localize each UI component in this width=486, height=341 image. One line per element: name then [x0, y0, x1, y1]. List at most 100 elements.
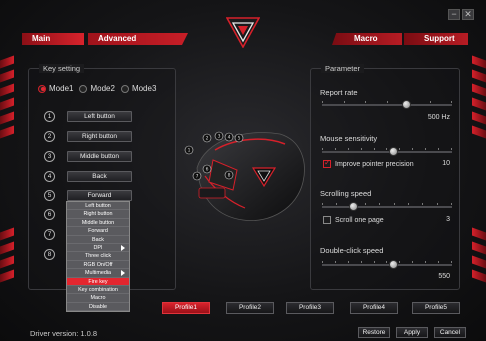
callout-6: 6 [206, 167, 209, 173]
key-row-2: 2 Right button [44, 130, 132, 142]
key-row-6: 6 [44, 208, 55, 220]
key-row-3: 3 Middle button [44, 150, 132, 162]
menu-item-multimedia-label: Multimedia [84, 270, 112, 277]
improve-precision-label: Improve pointer precision [335, 160, 414, 168]
improve-precision-value: 10 [442, 160, 450, 167]
key-assign-button-2[interactable]: Right button [67, 130, 132, 142]
radio-icon [79, 84, 88, 93]
key-number: 8 [44, 248, 55, 260]
menu-item-key-combination[interactable]: Key combination [67, 285, 129, 295]
right-decor-stripes [472, 55, 486, 178]
slider-knob[interactable] [388, 147, 398, 156]
profile-3-button[interactable]: Profile3 [286, 302, 334, 314]
report-rate-value: 500 Hz [427, 114, 450, 121]
menu-item-back[interactable]: Back [67, 235, 129, 244]
mode1-label: Mode1 [49, 84, 74, 93]
menu-item-fire-key[interactable]: Fire key [67, 277, 129, 286]
slider-knob[interactable] [348, 202, 358, 211]
cancel-button[interactable]: Cancel [434, 327, 466, 338]
key-number: 1 [44, 110, 55, 122]
report-rate-slider[interactable] [322, 100, 452, 109]
key-row-1: 1 Left button [44, 110, 132, 122]
key-setting-title: Key setting [39, 64, 85, 73]
app-window: − ✕ Main Advanced Macro Support Key sett… [0, 0, 486, 341]
menu-item-disable[interactable]: Disable [67, 302, 129, 312]
improve-precision-checkbox[interactable]: Improve pointer precision [323, 158, 414, 168]
scrolling-speed-label: Scrolling speed [320, 189, 372, 198]
callout-8: 8 [228, 173, 231, 179]
callout-5: 5 [238, 136, 241, 142]
mode2-radio[interactable]: Mode2 [79, 84, 115, 93]
driver-version: Driver version: 1.0.8 [30, 329, 98, 338]
parameter-title: Parameter [321, 64, 365, 73]
checkbox-checked-icon [323, 158, 331, 168]
profile-1-button[interactable]: Profile1 [162, 302, 210, 314]
menu-item-middle-button[interactable]: Middle button [67, 218, 129, 228]
menu-item-left-button[interactable]: Left button [67, 202, 129, 211]
menu-item-rgb-toggle[interactable]: RGB On/Off [67, 260, 129, 270]
submenu-arrow-icon [121, 270, 125, 277]
checkbox-icon [323, 216, 331, 224]
key-assign-button-4[interactable]: Back [67, 170, 132, 182]
gaming-mouse-image: 1 2 3 4 5 6 7 8 [184, 131, 305, 222]
mode2-label: Mode2 [90, 84, 115, 93]
key-assign-button-3[interactable]: Middle button [67, 150, 132, 162]
key-assign-button-1[interactable]: Left button [67, 110, 132, 122]
tab-main[interactable]: Main [22, 33, 84, 45]
scroll-lines-value: 3 [446, 216, 450, 223]
key-number: 7 [44, 228, 55, 240]
callout-7: 7 [196, 174, 199, 180]
restore-button[interactable]: Restore [358, 327, 390, 338]
key-row-4: 4 Back [44, 170, 132, 182]
left-decor-stripes [0, 55, 14, 178]
scroll-one-page-label: Scroll one page [335, 216, 384, 224]
brand-logo [226, 17, 260, 48]
double-click-speed-value: 550 [438, 273, 450, 280]
scroll-one-page-checkbox[interactable]: Scroll one page [323, 216, 384, 224]
mode3-radio[interactable]: Mode3 [120, 84, 157, 93]
double-click-speed-label: Double-click speed [320, 246, 384, 255]
key-function-dropdown: Left button Right button Middle button F… [66, 201, 130, 313]
report-rate-label: Report rate [320, 88, 358, 97]
callout-2: 2 [206, 136, 209, 142]
menu-item-multimedia[interactable]: Multimedia [67, 269, 129, 278]
key-number: 5 [44, 189, 55, 201]
left-decor-stripes-low [0, 227, 14, 310]
mouse-sensitivity-slider[interactable] [322, 147, 452, 156]
profile-2-button[interactable]: Profile2 [226, 302, 274, 314]
menu-item-three-click[interactable]: Three click [67, 252, 129, 261]
mode-selector: Mode1 Mode2 Mode3 [38, 84, 156, 93]
key-row-5: 5 Forward [44, 189, 132, 201]
slider-knob[interactable] [388, 260, 398, 269]
scrolling-speed-slider[interactable] [322, 202, 452, 211]
menu-item-dpi[interactable]: DPI [67, 243, 129, 253]
key-assign-button-5[interactable]: Forward [67, 189, 132, 201]
menu-item-dpi-label: DPI [93, 244, 103, 251]
right-decor-stripes-low [472, 227, 486, 310]
tab-macro[interactable]: Macro [332, 33, 402, 45]
profile-4-button[interactable]: Profile4 [350, 302, 398, 314]
tab-advanced[interactable]: Advanced [88, 33, 188, 45]
minimize-button[interactable]: − [448, 9, 460, 20]
key-number: 3 [44, 150, 55, 162]
tab-support[interactable]: Support [404, 33, 468, 45]
mouse-sensitivity-label: Mouse sensitivity [320, 134, 378, 143]
key-row-7: 7 [44, 228, 55, 240]
double-click-speed-slider[interactable] [322, 260, 452, 269]
mode1-radio[interactable]: Mode1 [38, 84, 73, 93]
key-number: 6 [44, 208, 55, 220]
callout-1: 1 [188, 148, 191, 154]
callout-4: 4 [228, 135, 231, 141]
menu-item-forward[interactable]: Forward [67, 227, 129, 236]
menu-item-macro[interactable]: Macro [67, 294, 129, 303]
key-row-8: 8 [44, 248, 55, 260]
radio-icon [120, 84, 129, 93]
submenu-arrow-icon [121, 244, 125, 251]
apply-button[interactable]: Apply [396, 327, 428, 338]
menu-item-right-button[interactable]: Right button [67, 210, 129, 219]
slider-knob[interactable] [401, 100, 411, 109]
mode3-label: Mode3 [131, 84, 157, 93]
radio-selected-icon [38, 84, 46, 93]
profile-5-button[interactable]: Profile5 [412, 302, 460, 314]
close-button[interactable]: ✕ [462, 9, 474, 20]
